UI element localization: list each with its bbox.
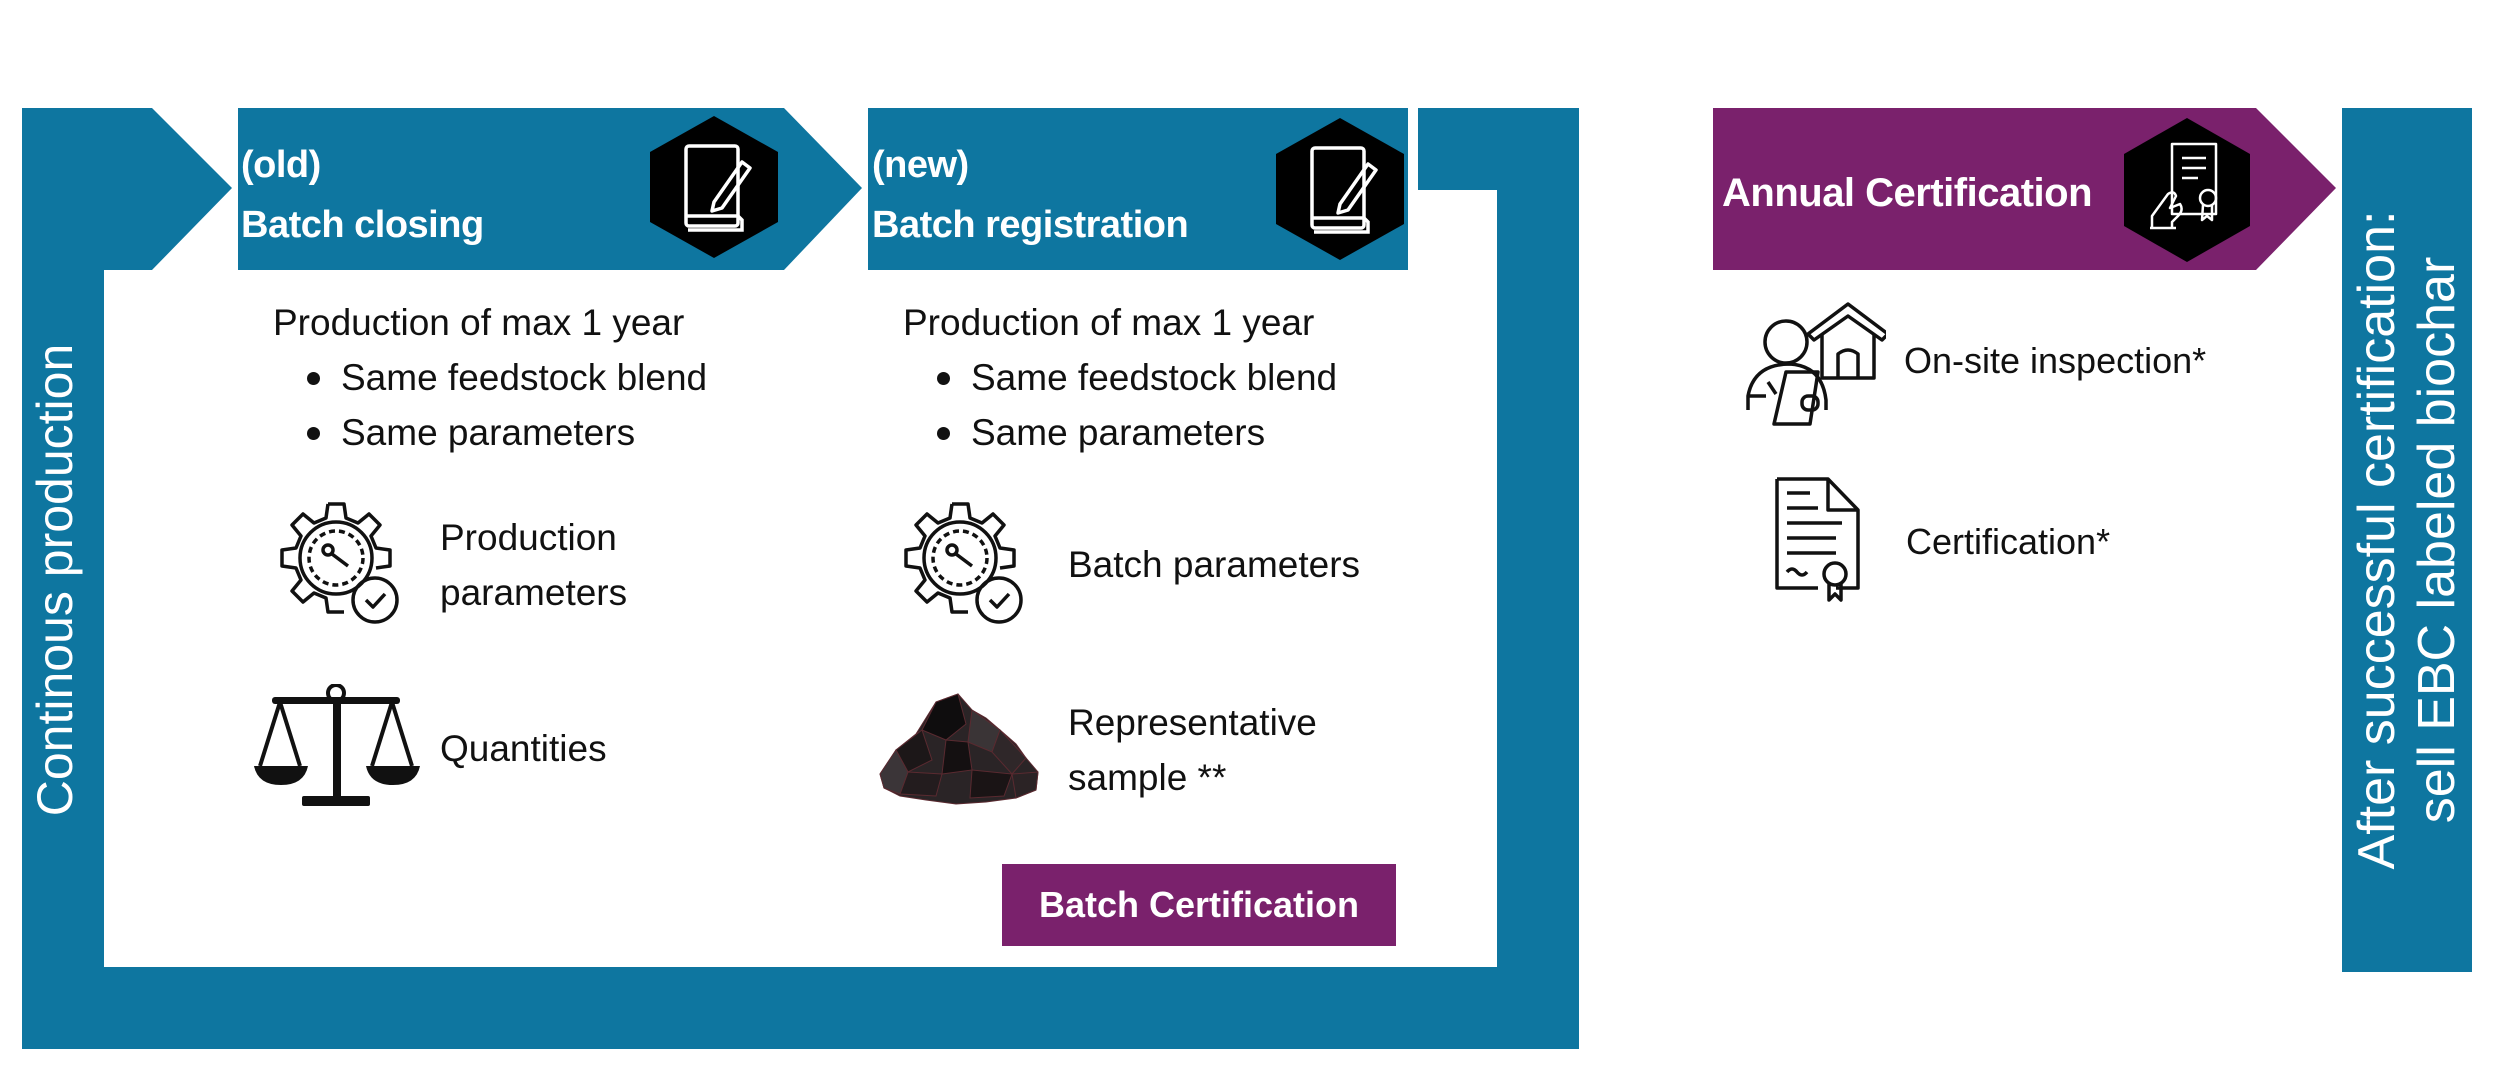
step2-item2-line1: Representative [1068,702,1317,743]
step2-intro: Production of max 1 year [903,302,1315,343]
step1-item2-label: Quantities [440,728,607,769]
step1-item1-line2: parameters [440,572,628,613]
notebook-pen-icon [1276,118,1404,260]
step1-title: Batch closing [241,204,484,246]
gear-gauge-check-icon [904,502,1023,624]
outcome-line1: After successful certification: [2348,210,2406,870]
outcome-line2: sell EBC labeled biochar [2408,256,2466,824]
step2-item1-label: Batch parameters [1068,544,1361,585]
step2-title: Batch registration [872,204,1189,246]
step1-intro: Production of max 1 year [273,302,685,343]
step2-bullets: Same feedstock blend Same parameters [903,350,1337,460]
certificate-document-icon [1775,477,1860,602]
notebook-pen-icon [650,116,778,258]
step1-tag: (old) [241,144,321,186]
annual-certification-title: Annual Certification [1722,171,2093,215]
outcome-text: After successful certification: sell EBC… [2347,110,2467,970]
step2-item2-line2: sample ** [1068,757,1227,798]
step1-item1-line1: Production [440,517,617,558]
biochar-pile-icon [879,693,1039,805]
step1-bullet: Same parameters [273,405,707,460]
batch-certification-badge: Batch Certification [1002,864,1396,946]
step1-bullets: Same feedstock blend Same parameters [273,350,707,460]
gear-gauge-check-icon [280,502,399,624]
balance-scale-icon [254,684,420,806]
step2-bullet: Same parameters [903,405,1337,460]
certification-label: Certification* [1906,521,2111,562]
onsite-inspection-label: On-site inspection* [1904,340,2207,381]
step2-bullet: Same feedstock blend [903,350,1337,405]
certificate-hand-icon [2124,118,2250,262]
continuous-production-label: Continous production [27,343,83,817]
inspector-house-icon [1746,302,1886,426]
step2-tag: (new) [872,144,969,186]
step1-bullet: Same feedstock blend [273,350,707,405]
